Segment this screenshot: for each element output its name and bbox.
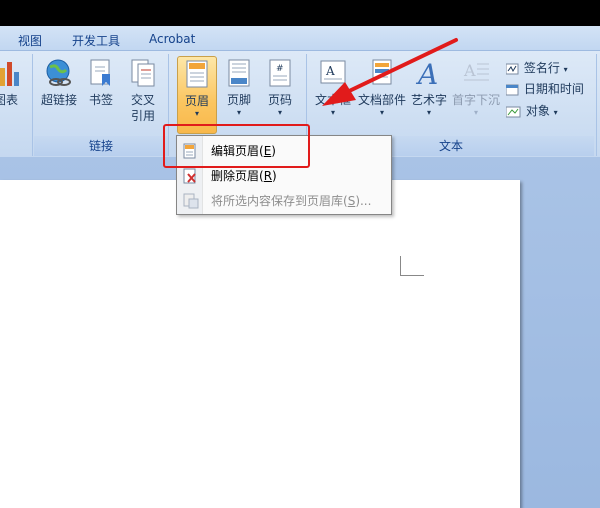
annotation-arrow xyxy=(322,38,458,106)
